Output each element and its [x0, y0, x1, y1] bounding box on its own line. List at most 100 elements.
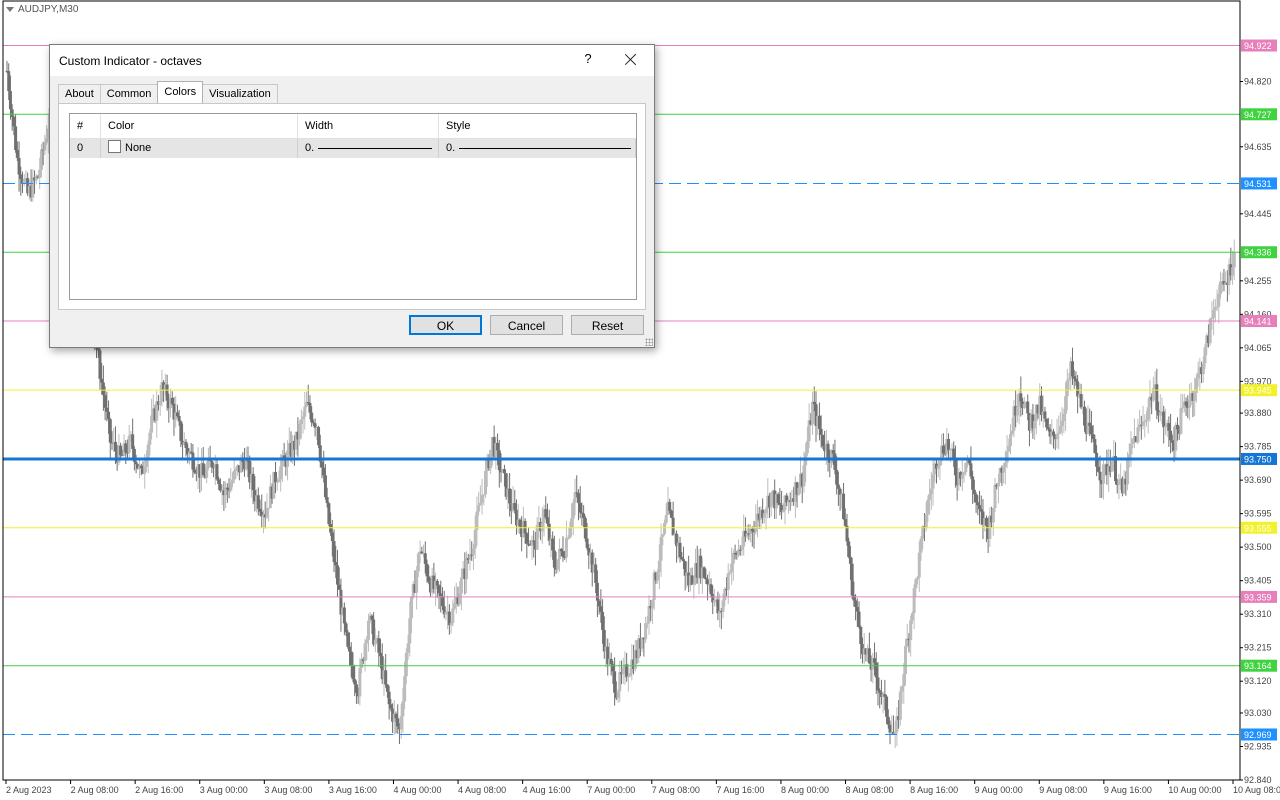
candle-body — [842, 493, 846, 520]
candle-body — [1089, 425, 1093, 435]
candle-body — [601, 611, 605, 630]
candle-body — [778, 503, 782, 505]
candle-body — [941, 445, 945, 454]
candle-body — [234, 468, 238, 471]
candle-body — [948, 449, 952, 451]
custom-indicator-dialog: Custom Indicator - octaves ? About Commo… — [49, 44, 655, 348]
candle-body — [134, 461, 138, 465]
tab-about[interactable]: About — [58, 84, 101, 103]
candle-body — [127, 435, 131, 453]
candle-body — [914, 579, 918, 589]
candle-body — [1046, 427, 1050, 430]
candle-body — [645, 623, 649, 625]
tab-visualization[interactable]: Visualization — [202, 84, 278, 103]
candle-body — [885, 696, 889, 717]
candle-body — [1155, 384, 1159, 411]
price-tick-label: 94.445 — [1244, 209, 1272, 219]
header-index[interactable]: # — [70, 114, 101, 138]
candle-body — [1184, 401, 1188, 406]
table-row[interactable]: 0 None 0. 0. — [70, 139, 636, 158]
candle-body — [802, 465, 806, 487]
candle-body — [351, 665, 355, 680]
candle-body — [229, 483, 233, 491]
candle-body — [1010, 430, 1014, 434]
ok-button[interactable]: OK — [409, 315, 482, 335]
candle-body — [1181, 407, 1185, 409]
candle-body — [451, 608, 455, 624]
tab-common[interactable]: Common — [99, 84, 159, 103]
candle-body — [96, 348, 100, 351]
candle-body — [179, 421, 183, 441]
chart-symbol-label[interactable]: AUDJPY,M30 — [6, 4, 78, 15]
candle-body — [599, 606, 603, 612]
candle-body — [473, 529, 477, 549]
candle-body — [478, 502, 482, 506]
candle-body — [855, 606, 859, 612]
color-swatch — [108, 140, 121, 153]
candle-body — [1203, 347, 1207, 364]
candle-body — [394, 713, 398, 719]
candle-body — [781, 509, 785, 513]
candle-body — [1232, 252, 1236, 268]
candle-body — [1002, 466, 1006, 473]
style-value: 0. — [446, 142, 456, 154]
candle-body — [1210, 317, 1214, 320]
candle-body — [177, 415, 181, 422]
header-style[interactable]: Style — [439, 114, 636, 138]
price-tick-label: 94.255 — [1244, 276, 1272, 286]
candle-body — [1088, 422, 1092, 426]
candle-body — [518, 519, 522, 527]
candle-body — [552, 550, 556, 568]
candle-body — [14, 126, 18, 151]
candle-body — [334, 562, 338, 566]
candle-body — [993, 484, 997, 508]
candle-body — [1015, 407, 1019, 416]
candle-body — [1194, 378, 1198, 393]
cancel-button[interactable]: Cancel — [490, 315, 563, 335]
candle-body — [728, 572, 732, 574]
candle-body — [681, 559, 685, 562]
candle-body — [332, 541, 336, 563]
candle-body — [408, 618, 412, 644]
candle-body — [669, 510, 673, 518]
candle-body — [811, 401, 815, 425]
candle-body — [706, 579, 710, 585]
candle-body — [902, 674, 906, 687]
candle-body — [1019, 393, 1023, 402]
candle-body — [330, 532, 334, 542]
candle-body — [191, 452, 195, 470]
candle-body — [17, 157, 21, 175]
candle-body — [709, 584, 713, 595]
candle-body — [857, 611, 861, 627]
reset-button[interactable]: Reset — [571, 315, 644, 335]
header-width[interactable]: Width — [298, 114, 439, 138]
help-button[interactable]: ? — [580, 51, 596, 69]
colors-table: # Color Width Style 0 None 0. 0. — [69, 113, 637, 300]
width-select[interactable]: 0. — [298, 139, 439, 158]
dialog-title-bar[interactable]: Custom Indicator - octaves ? — [50, 45, 654, 76]
candle-body — [854, 600, 858, 607]
candle-body — [342, 607, 346, 624]
color-picker[interactable]: None — [101, 139, 298, 158]
candle-body — [98, 350, 102, 379]
candle-body — [471, 548, 475, 555]
candle-body — [100, 378, 104, 383]
time-tick-label: 8 Aug 00:00 — [781, 785, 829, 795]
resize-grip-icon[interactable] — [645, 338, 653, 346]
candle-body — [568, 527, 572, 538]
close-icon[interactable] — [622, 51, 640, 69]
candle-body — [609, 658, 613, 665]
candle-body — [308, 402, 312, 413]
style-select[interactable]: 0. — [439, 139, 636, 158]
level-price-label: 94.141 — [1244, 317, 1272, 327]
candle-body — [184, 441, 188, 449]
candle-body — [15, 150, 19, 158]
header-color[interactable]: Color — [101, 114, 298, 138]
candle-body — [640, 637, 644, 649]
candle-body — [692, 583, 696, 585]
candle-body — [721, 600, 725, 612]
candle-body — [215, 464, 219, 480]
price-axis: 94.82094.63594.44594.25594.16094.06593.9… — [1240, 39, 1277, 785]
tab-colors[interactable]: Colors — [157, 81, 204, 103]
candle-body — [335, 565, 339, 585]
